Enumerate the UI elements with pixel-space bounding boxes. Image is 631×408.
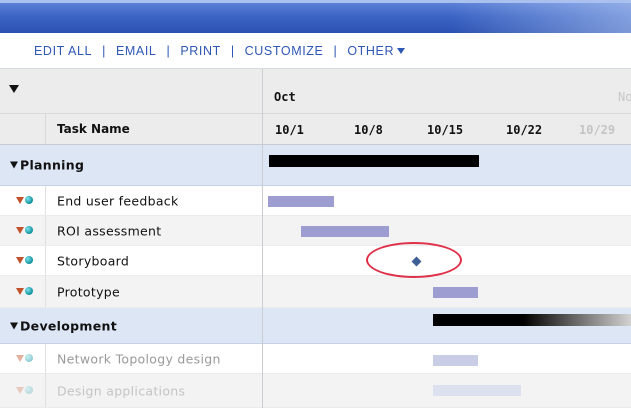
task-bar[interactable] [433,287,478,298]
task-row[interactable]: End user feedback [0,186,262,216]
group-label-text: Planning [20,157,85,173]
priority-triangle-icon [16,386,24,394]
status-indicator-icon [16,385,36,396]
priority-triangle-icon [16,287,24,295]
priority-triangle-icon [16,354,24,362]
indicator-cell [0,186,46,215]
toolbar-separator: | [166,43,171,58]
task-bar[interactable] [433,385,521,396]
task-row[interactable]: Prototype [0,276,262,308]
date-label: 10/8 [354,123,383,137]
indicator-cell [0,344,46,373]
print-button[interactable]: PRINT [180,44,221,58]
date-label: 10/1 [275,123,304,137]
indicator-cell [0,246,46,275]
indicator-cell [0,276,46,307]
task-row[interactable]: ROI assessment [0,216,262,246]
task-list-column-header: Task Name [0,114,262,145]
other-menu-label: OTHER [347,43,395,58]
month-label-nov: No [618,90,631,104]
status-indicator-icon [16,353,36,364]
indicator-cell [0,374,46,407]
status-dot-icon [25,195,33,204]
status-dot-icon [25,286,33,295]
status-indicator-icon [16,286,36,297]
task-row[interactable]: Network Topology design [0,344,262,374]
summary-bar[interactable] [269,155,479,167]
highlight-circle [366,242,462,278]
customize-button[interactable]: CUSTOMIZE [245,44,324,58]
group-label: Development [10,318,117,333]
priority-triangle-icon [16,256,24,264]
expand-collapse-icon[interactable] [10,322,18,329]
gantt-grid: Task Name Planning End user feedback ROI a… [0,69,631,408]
toolbar: EDIT ALL | EMAIL | PRINT | CUSTOMIZE | O… [0,33,631,69]
status-indicator-icon [16,255,36,266]
task-name-column-header[interactable]: Task Name [57,122,130,136]
toolbar-separator: | [230,43,235,58]
task-row[interactable]: Storyboard [0,246,262,276]
status-dot-icon [25,385,33,394]
indicator-cell [0,216,46,245]
task-name: Network Topology design [57,351,221,366]
gantt-app: EDIT ALL | EMAIL | PRINT | CUSTOMIZE | O… [0,0,631,408]
task-bar[interactable] [268,196,334,207]
expand-collapse-icon[interactable] [10,161,18,169]
timeline-date-header: 10/1 10/8 10/15 10/22 10/29 [263,114,631,145]
task-bar[interactable] [301,226,389,237]
other-menu-button[interactable]: OTHER [347,43,406,58]
date-label: 10/29 [579,123,616,137]
group-label: Planning [10,158,84,173]
timeline-month-header: Oct No [263,69,631,114]
task-name: Design applications [57,383,186,398]
timeline-pane: Oct No 10/1 10/8 10/15 10/22 10/29 [263,69,631,408]
task-row[interactable]: Design applications [0,374,262,408]
chevron-down-icon [397,47,406,54]
edit-all-button[interactable]: EDIT ALL [34,44,92,58]
toolbar-separator: | [102,43,106,58]
status-dot-icon [25,255,33,264]
date-label: 10/22 [506,123,543,137]
task-list-pane: Task Name Planning End user feedback ROI a… [0,69,263,408]
task-name: End user feedback [57,193,179,208]
task-name: Storyboard [57,253,130,268]
group-row[interactable]: Planning [0,145,262,186]
date-label: 10/15 [427,123,464,137]
priority-triangle-icon [16,226,24,234]
status-dot-icon [25,225,33,234]
month-label-oct: Oct [274,90,296,104]
status-indicator-icon [16,195,36,206]
email-button[interactable]: EMAIL [116,44,157,58]
group-row[interactable]: Development [0,308,262,344]
toolbar-separator: | [333,43,338,58]
task-name: ROI assessment [57,223,162,238]
task-bar[interactable] [433,355,478,366]
top-banner [0,0,631,33]
indicator-column-header [0,114,46,144]
group-label-text: Development [20,318,117,333]
priority-triangle-icon [16,196,24,204]
collapse-all-toggle-icon[interactable] [9,85,19,93]
task-list-header-top [0,69,262,114]
task-name: Prototype [57,284,121,299]
status-indicator-icon [16,225,36,236]
summary-bar[interactable] [433,314,631,326]
status-dot-icon [25,353,33,362]
